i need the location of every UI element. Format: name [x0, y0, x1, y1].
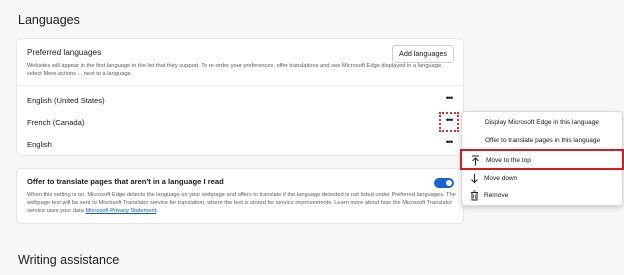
language-name: English	[27, 140, 52, 149]
menu-item-offer-translate[interactable]: Offer to translate pages in this languag…	[462, 132, 622, 150]
language-row-french-canada: French (Canada) •••	[17, 112, 463, 133]
menu-item-label: Display Microsoft Edge in this language	[485, 119, 599, 126]
language-name: French (Canada)	[27, 118, 85, 127]
menu-item-display-edge[interactable]: Display Microsoft Edge in this language	[462, 114, 622, 132]
translate-offer-card: Offer to translate pages that aren't in …	[16, 168, 464, 224]
language-name: English (United States)	[27, 96, 105, 105]
menu-item-label: Remove	[484, 192, 509, 199]
more-actions-button-active[interactable]: •••	[439, 112, 459, 132]
menu-item-label: Move down	[484, 175, 518, 182]
language-row-english: English •••	[17, 135, 463, 155]
divider	[17, 85, 463, 86]
menu-item-label: Move to the top	[486, 157, 531, 164]
language-row-english-us: English (United States) •••	[17, 91, 463, 111]
menu-item-move-down[interactable]: Move down	[462, 170, 622, 188]
menu-item-move-to-top[interactable]: Move to the top	[460, 149, 624, 170]
preferred-languages-title: Preferred languages	[27, 48, 102, 57]
menu-item-remove[interactable]: Remove	[462, 187, 622, 205]
writing-assistance-heading: Writing assistance	[18, 253, 120, 267]
languages-heading: Languages	[18, 13, 80, 27]
preferred-languages-card: Preferred languages Add languages Websit…	[16, 38, 464, 156]
more-actions-button[interactable]: •••	[443, 138, 455, 150]
translate-offer-toggle[interactable]	[434, 178, 454, 188]
description-period: .	[156, 208, 158, 214]
arrow-down-icon	[471, 174, 478, 184]
translate-offer-description: When this setting is on, Microsoft Edge …	[27, 191, 457, 215]
add-languages-button[interactable]: Add languages	[392, 45, 454, 63]
menu-item-label: Offer to translate pages in this languag…	[485, 137, 601, 144]
privacy-statement-link[interactable]: Microsoft Privacy Statement	[86, 208, 157, 214]
preferred-languages-description: Websites will appear in the first langua…	[27, 63, 443, 77]
translate-offer-title: Offer to translate pages that aren't in …	[27, 177, 224, 186]
trash-icon	[471, 190, 478, 201]
more-actions-menu: Display Microsoft Edge in this language …	[460, 111, 624, 206]
more-actions-button[interactable]: •••	[443, 94, 455, 106]
move-to-top-icon	[472, 155, 479, 166]
